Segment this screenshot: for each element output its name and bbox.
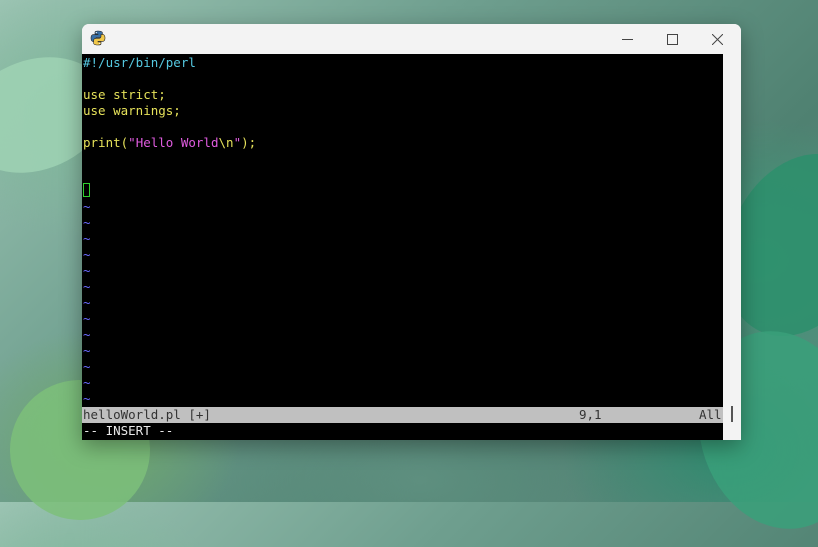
tilde-marker: ~: [83, 279, 91, 294]
maximize-button[interactable]: [649, 24, 695, 54]
string-open-quote: ": [128, 135, 136, 150]
status-cursor-position: 9,1: [579, 407, 602, 422]
python-icon[interactable]: [90, 30, 106, 46]
tilde-marker: ~: [83, 311, 91, 326]
tilde-marker: ~: [83, 391, 91, 406]
tilde-marker: ~: [83, 247, 91, 262]
string-close-quote: ": [233, 135, 242, 150]
code-line-use-strict: use strict;: [83, 87, 166, 102]
tilde-marker: ~: [83, 343, 91, 358]
close-button[interactable]: [694, 24, 740, 54]
tilde-marker: ~: [83, 359, 91, 374]
tilde-marker: ~: [83, 215, 91, 230]
tilde-marker: ~: [83, 199, 91, 214]
status-filename: helloWorld.pl [+]: [83, 407, 211, 422]
code-line-print: print("Hello World\n");: [83, 135, 256, 151]
title-bar[interactable]: [82, 24, 741, 54]
tilde-marker: ~: [83, 327, 91, 342]
tilde-marker: ~: [83, 263, 91, 278]
print-close: );: [241, 135, 257, 150]
maximize-icon: [666, 33, 678, 45]
string-escape: \n: [218, 135, 234, 150]
tilde-marker: ~: [83, 375, 91, 390]
print-keyword: print: [83, 135, 121, 150]
close-icon: [711, 33, 723, 45]
scrollbar-thumb[interactable]: [731, 406, 733, 422]
terminal-window[interactable]: #!/usr/bin/perl use strict; use warnings…: [82, 24, 741, 440]
minimize-button[interactable]: [604, 24, 650, 54]
vim-editor[interactable]: #!/usr/bin/perl use strict; use warnings…: [82, 54, 723, 440]
string-literal: Hello World: [135, 135, 219, 150]
text-cursor: [83, 183, 90, 197]
code-line-use-warnings: use warnings;: [83, 103, 181, 118]
scrollbar[interactable]: [723, 54, 741, 440]
mode-indicator: -- INSERT --: [83, 423, 174, 438]
vim-statusline: helloWorld.pl [+] 9,1 All: [82, 407, 723, 423]
tilde-marker: ~: [83, 231, 91, 246]
minimize-icon: [621, 38, 633, 40]
status-scroll-position: All: [699, 407, 722, 422]
tilde-marker: ~: [83, 295, 91, 310]
code-line-shebang: #!/usr/bin/perl: [83, 55, 196, 70]
